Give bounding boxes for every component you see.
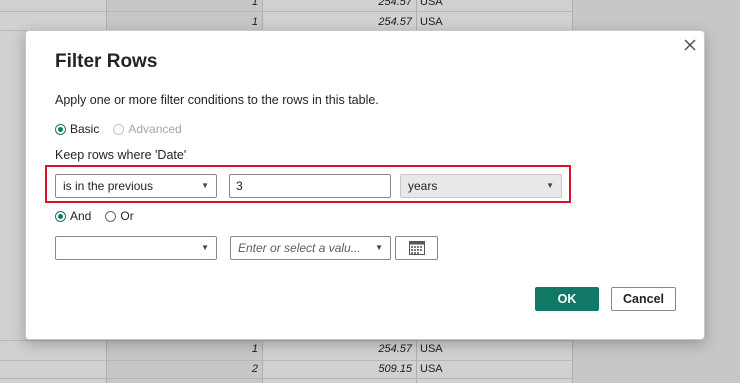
and-radio-label[interactable]: And	[70, 209, 91, 223]
close-icon[interactable]	[680, 35, 700, 55]
basic-radio-label[interactable]: Basic	[70, 122, 99, 136]
operator-dropdown-value: is in the previous	[63, 179, 154, 193]
value-input-text: 3	[236, 179, 243, 193]
basic-radio[interactable]	[55, 123, 66, 135]
chevron-down-icon: ▼	[201, 243, 209, 252]
unit-dropdown-value: years	[408, 179, 438, 193]
or-radio[interactable]	[105, 210, 117, 222]
advanced-radio-label: Advanced	[128, 122, 182, 136]
logic-radio-group: And Or	[55, 208, 148, 224]
or-radio-label[interactable]: Or	[120, 209, 133, 223]
operator-dropdown-2[interactable]: ▼	[55, 236, 217, 260]
mode-radio-group: Basic Advanced	[55, 121, 196, 137]
cancel-button[interactable]: Cancel	[611, 287, 676, 311]
chevron-down-icon: ▼	[201, 181, 209, 190]
unit-dropdown[interactable]: years ▼	[400, 174, 562, 198]
calendar-icon	[408, 241, 425, 255]
calendar-button[interactable]	[395, 236, 438, 260]
filter-rows-dialog: Filter Rows Apply one or more filter con…	[25, 30, 705, 340]
value-combobox-2[interactable]: Enter or select a valu... ▼	[230, 236, 391, 260]
value-combobox-2-placeholder: Enter or select a valu...	[238, 241, 361, 255]
dialog-description: Apply one or more filter conditions to t…	[55, 93, 379, 107]
chevron-down-icon: ▼	[546, 181, 554, 190]
keep-rows-label: Keep rows where 'Date'	[55, 148, 187, 162]
value-input[interactable]: 3	[229, 174, 391, 198]
ok-button[interactable]: OK	[535, 287, 599, 311]
and-radio[interactable]	[55, 210, 66, 222]
operator-dropdown[interactable]: is in the previous ▼	[55, 174, 217, 198]
dialog-title: Filter Rows	[55, 51, 158, 72]
chevron-down-icon: ▼	[375, 243, 383, 252]
advanced-radio	[113, 123, 125, 135]
